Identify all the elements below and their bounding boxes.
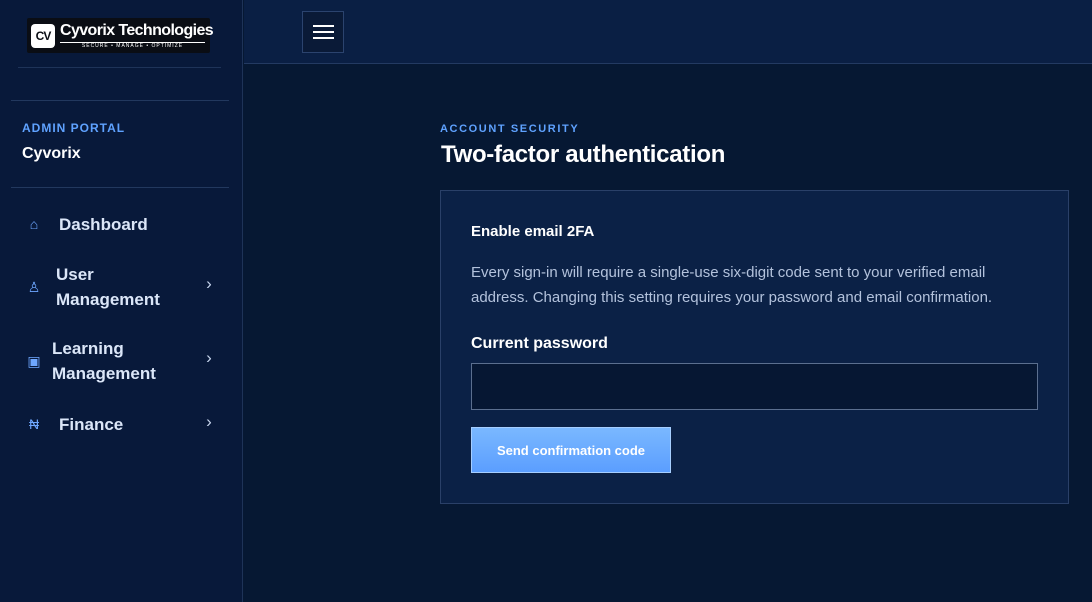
card-title: Enable email 2FA: [471, 223, 595, 240]
currency-icon: ₦: [28, 416, 40, 432]
sidebar-item-learning-management[interactable]: ▣ Learning Management ›: [11, 336, 229, 386]
company-logo[interactable]: CV Cyvorix Technologies SECURE • MANAGE …: [27, 18, 214, 53]
chevron-right-icon[interactable]: ›: [203, 348, 215, 368]
two-factor-card: Enable email 2FA Every sign-in will requ…: [440, 190, 1069, 504]
sidebar-item-label: Learning Management: [52, 339, 156, 383]
home-icon: ⌂: [29, 216, 39, 232]
user-icon: ♙: [27, 278, 41, 295]
sidebar-divider: [11, 187, 229, 188]
portal-name: Cyvorix: [22, 145, 81, 162]
password-label: Current password: [471, 335, 608, 352]
send-confirmation-code-button[interactable]: Send confirmation code: [471, 427, 671, 473]
sidebar-item-dashboard[interactable]: ⌂ Dashboard: [11, 212, 229, 237]
section-eyebrow: ACCOUNT SECURITY: [440, 123, 580, 135]
sidebar-item-label: Finance: [59, 415, 124, 434]
menu-line: [313, 31, 334, 33]
sidebar-item-finance[interactable]: ₦ Finance ›: [11, 412, 229, 437]
sidebar-item-label: Dashboard: [59, 215, 148, 234]
top-bar: [244, 0, 1092, 64]
sidebar: CV Cyvorix Technologies SECURE • MANAGE …: [0, 0, 243, 602]
sidebar-item-user-management[interactable]: ♙ User Management ›: [11, 262, 229, 312]
sidebar-item-label: User Management: [56, 265, 160, 309]
logo-name: Cyvorix Technologies: [60, 22, 214, 39]
menu-line: [313, 25, 334, 27]
menu-line: [313, 37, 334, 39]
current-password-input[interactable]: [471, 363, 1038, 410]
book-icon: ▣: [27, 352, 41, 369]
sidebar-divider: [11, 100, 229, 101]
chevron-right-icon[interactable]: ›: [203, 274, 215, 294]
logo-mark-icon: CV: [31, 24, 55, 48]
hamburger-menu-icon[interactable]: [302, 11, 344, 53]
chevron-right-icon[interactable]: ›: [203, 412, 215, 432]
portal-label: ADMIN PORTAL: [22, 121, 126, 135]
logo-tagline: SECURE • MANAGE • OPTIMIZE: [60, 42, 205, 50]
page-title: Two-factor authentication: [441, 141, 726, 168]
card-description: Every sign-in will require a single-use …: [471, 264, 993, 306]
brand-header: CV Cyvorix Technologies SECURE • MANAGE …: [18, 0, 221, 68]
